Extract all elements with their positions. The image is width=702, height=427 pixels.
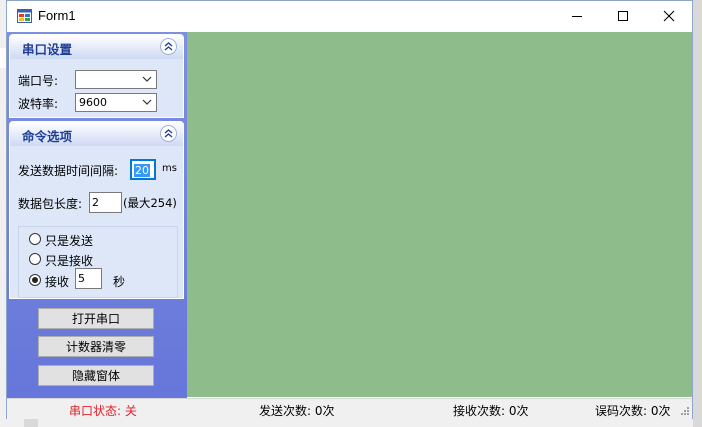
serial-settings-title: 串口设置: [22, 42, 73, 57]
radio-send-only-label[interactable]: 只是发送: [45, 232, 93, 249]
reset-counter-button[interactable]: 计数器清零: [38, 336, 154, 357]
command-options-title: 命令选项: [22, 129, 73, 144]
packet-length-input[interactable]: 2: [89, 192, 122, 213]
background-window-edge: [693, 0, 702, 427]
chevron-down-icon: [142, 99, 152, 105]
radio-send-only[interactable]: [29, 233, 41, 245]
mode-radio-group: 只是发送 只是接收 接收 5 秒: [18, 226, 178, 298]
open-port-button[interactable]: 打开串口: [38, 308, 154, 329]
baud-combobox[interactable]: 9600: [75, 93, 157, 112]
baud-label: 波特率:: [18, 97, 59, 111]
receive-seconds-input[interactable]: 5: [75, 268, 102, 289]
interval-unit: ms: [162, 163, 177, 174]
receive-count: 接收次数: 0次: [453, 404, 529, 418]
packet-length-hint: (最大254): [123, 196, 177, 210]
port-status: 串口状态: 关: [69, 404, 137, 418]
minimize-button[interactable]: [554, 1, 600, 31]
packet-length-label: 数据包长度:: [18, 197, 83, 211]
form1-window: Form1 串口设置 端口号: 波特率: 9600 命令选项 发送数据时间间隔:…: [6, 0, 693, 419]
receive-seconds-unit: 秒: [113, 275, 126, 289]
double-chevron-up-icon: [164, 42, 173, 51]
app-icon: [17, 9, 32, 23]
radio-receive[interactable]: [29, 274, 41, 286]
radio-receive-only[interactable]: [29, 253, 41, 265]
interval-input[interactable]: 20: [130, 159, 156, 180]
main-display-area: [187, 32, 692, 397]
receive-seconds-value: 5: [78, 272, 85, 285]
resize-grip-icon[interactable]: [680, 406, 690, 416]
serial-settings-group: 串口设置 端口号: 波特率: 9600: [9, 34, 184, 118]
left-control-panel: 串口设置 端口号: 波特率: 9600 命令选项 发送数据时间间隔: 20 ms…: [7, 32, 187, 398]
double-chevron-up-icon: [164, 129, 173, 138]
radio-receive-only-label[interactable]: 只是接收: [45, 252, 93, 269]
window-title: Form1: [38, 8, 76, 23]
port-combobox[interactable]: [75, 70, 157, 89]
close-icon: [663, 10, 675, 22]
title-bar[interactable]: Form1: [7, 1, 692, 32]
chevron-down-icon: [142, 76, 152, 82]
baud-value: 9600: [79, 96, 107, 109]
packet-length-value: 2: [92, 196, 99, 209]
close-button[interactable]: [646, 1, 692, 31]
command-options-collapse-button[interactable]: [160, 125, 177, 142]
interval-label: 发送数据时间间隔:: [18, 164, 119, 178]
hide-window-button[interactable]: 隐藏窗体: [38, 365, 154, 386]
port-label: 端口号:: [18, 74, 59, 88]
serial-settings-header[interactable]: 串口设置: [10, 35, 183, 59]
maximize-icon: [618, 11, 628, 21]
background-window-fragment: [24, 419, 38, 427]
minimize-icon: [572, 16, 582, 17]
radio-receive-label[interactable]: 接收: [45, 273, 69, 290]
interval-value: 20: [134, 164, 150, 177]
serial-settings-collapse-button[interactable]: [160, 38, 177, 55]
status-bar: 串口状态: 关 发送次数: 0次 接收次数: 0次 误码次数: 0次: [7, 398, 692, 419]
command-options-header[interactable]: 命令选项: [10, 122, 183, 146]
send-count: 发送次数: 0次: [259, 404, 335, 418]
error-count: 误码次数: 0次: [595, 404, 671, 418]
command-options-group: 命令选项 发送数据时间间隔: 20 ms 数据包长度: 2 (最大254) 只是…: [9, 121, 184, 299]
maximize-button[interactable]: [600, 1, 646, 31]
